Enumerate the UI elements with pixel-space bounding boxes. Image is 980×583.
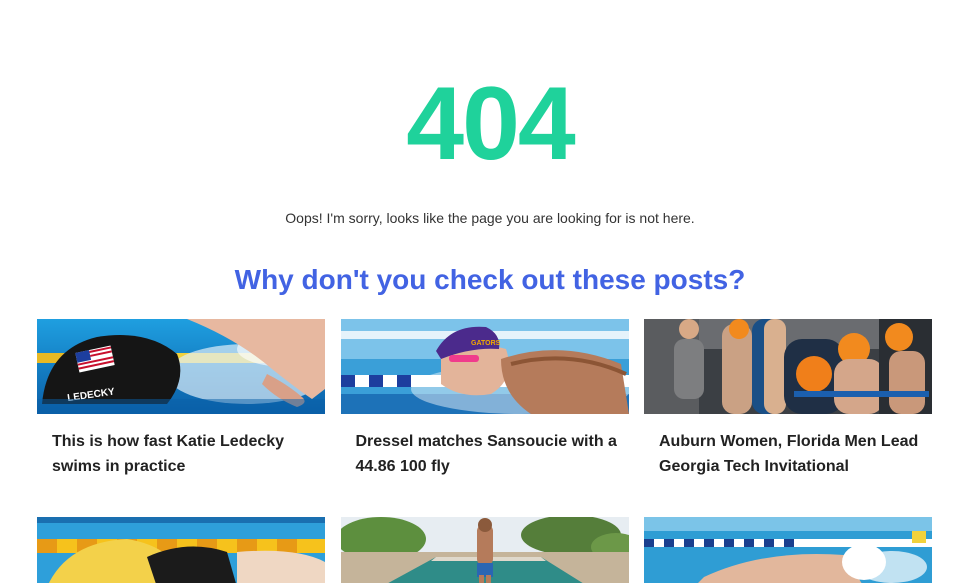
post-thumbnail[interactable] (644, 319, 932, 414)
post-thumbnail[interactable]: LEDECKY (37, 319, 325, 414)
post-thumbnail[interactable] (644, 517, 932, 583)
swimmer-image (340, 517, 629, 583)
post-card[interactable]: LEDECKY This is how fast Katie Ledecky s… (37, 319, 325, 517)
swimmers-image (644, 319, 932, 414)
post-title[interactable]: Auburn Women, Florida Men Lead Georgia T… (644, 414, 932, 517)
post-thumbnail[interactable] (340, 517, 629, 583)
post-card[interactable] (37, 517, 325, 583)
swimmer-image (37, 517, 325, 583)
post-thumbnail[interactable] (37, 517, 325, 583)
error-code: 404 (406, 66, 576, 182)
post-card[interactable] (644, 517, 932, 583)
svg-text:GATORS: GATORS (471, 340, 501, 347)
swimmer-image: GATORS (340, 319, 629, 414)
swimmer-image: LEDECKY (37, 319, 325, 414)
error-message: Oops! I'm sorry, looks like the page you… (285, 210, 695, 226)
post-title[interactable]: Dressel matches Sansoucie with a 44.86 1… (341, 414, 629, 517)
post-card[interactable]: GATORS Dressel matches Sansoucie with a … (340, 319, 629, 517)
swimmer-image (644, 517, 932, 583)
post-card[interactable] (340, 517, 629, 583)
post-thumbnail[interactable]: GATORS (340, 319, 629, 414)
posts-grid: LEDECKY This is how fast Katie Ledecky s… (37, 319, 932, 583)
post-title[interactable]: This is how fast Katie Ledecky swims in … (37, 414, 325, 517)
post-card[interactable]: Auburn Women, Florida Men Lead Georgia T… (644, 319, 932, 517)
suggestions-heading: Why don't you check out these posts? (234, 264, 746, 295)
